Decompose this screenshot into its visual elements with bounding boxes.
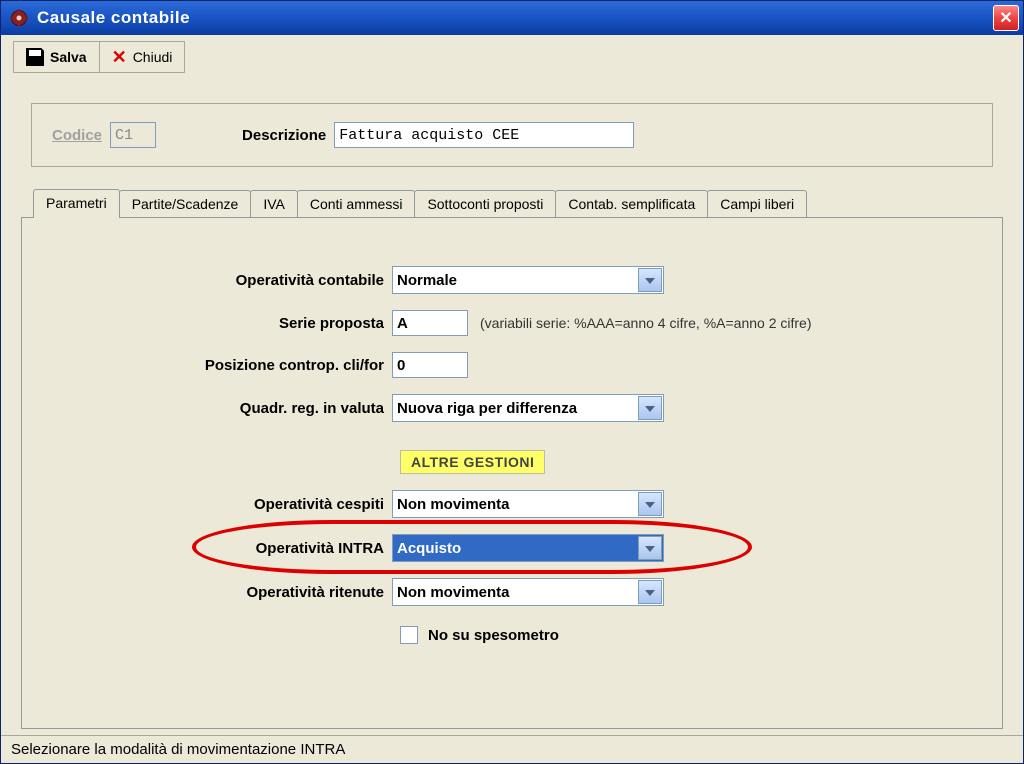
row-posizione-controp: Posizione controp. cli/for — [62, 352, 962, 378]
close-button-label: Chiudi — [133, 49, 173, 65]
tab-contab-semplificata[interactable]: Contab. semplificata — [555, 190, 708, 217]
header-group: Codice Descrizione — [31, 103, 993, 167]
no-spesometro-label: No su spesometro — [428, 627, 559, 644]
row-operativita-cespiti: Operatività cespiti Non movimenta — [62, 490, 962, 518]
serie-hint: (variabili serie: %AAA=anno 4 cifre, %A=… — [480, 315, 812, 331]
close-icon: ✕ — [999, 8, 1012, 28]
posizione-controp-input[interactable] — [392, 352, 468, 378]
statusbar-text: Selezionare la modalità di movimentazion… — [11, 741, 345, 758]
tab-campi-liberi[interactable]: Campi liberi — [707, 190, 807, 217]
toolbar: Salva ✕ Chiudi — [1, 35, 1023, 73]
floppy-icon — [26, 48, 44, 66]
x-icon: ✕ — [112, 48, 127, 66]
descrizione-input[interactable] — [334, 122, 634, 148]
app-gear-icon — [9, 8, 29, 28]
row-serie-proposta: Serie proposta (variabili serie: %AAA=an… — [62, 310, 962, 336]
content-area: Codice Descrizione Parametri Partite/Sca… — [1, 73, 1023, 735]
statusbar: Selezionare la modalità di movimentazion… — [1, 735, 1023, 763]
row-no-spesometro: No su spesometro — [400, 626, 962, 644]
tab-conti-ammessi[interactable]: Conti ammessi — [297, 190, 416, 217]
operativita-intra-label: Operatività INTRA — [62, 540, 392, 557]
codice-label: Codice — [52, 127, 102, 144]
altre-gestioni-badge: ALTRE GESTIONI — [400, 450, 545, 474]
descrizione-label: Descrizione — [242, 127, 326, 144]
operativita-contabile-select[interactable]: Normale — [392, 266, 664, 294]
operativita-cespiti-select[interactable]: Non movimenta — [392, 490, 664, 518]
quadr-reg-valuta-label: Quadr. reg. in valuta — [62, 400, 392, 417]
serie-proposta-label: Serie proposta — [62, 315, 392, 332]
close-button[interactable]: ✕ Chiudi — [99, 41, 186, 73]
operativita-ritenute-label: Operatività ritenute — [62, 584, 392, 601]
posizione-controp-label: Posizione controp. cli/for — [62, 357, 392, 374]
titlebar: Causale contabile ✕ — [1, 1, 1023, 35]
operativita-intra-select[interactable]: Acquisto — [392, 534, 664, 562]
row-operativita-contabile: Operatività contabile Normale — [62, 266, 962, 294]
window: Causale contabile ✕ Salva ✕ Chiudi Codic… — [0, 0, 1024, 764]
save-button[interactable]: Salva — [13, 41, 100, 73]
row-operativita-ritenute: Operatività ritenute Non movimenta — [62, 578, 962, 606]
tabstrip: Parametri Partite/Scadenze IVA Conti amm… — [21, 189, 1003, 217]
tab-iva[interactable]: IVA — [250, 190, 298, 217]
row-quadr-reg-valuta: Quadr. reg. in valuta Nuova riga per dif… — [62, 394, 962, 422]
window-title: Causale contabile — [37, 8, 993, 28]
save-button-label: Salva — [50, 49, 87, 65]
tab-partite-scadenze[interactable]: Partite/Scadenze — [119, 190, 252, 217]
codice-input — [110, 122, 156, 148]
tab-parametri[interactable]: Parametri — [33, 189, 120, 218]
operativita-ritenute-select[interactable]: Non movimenta — [392, 578, 664, 606]
operativita-cespiti-label: Operatività cespiti — [62, 496, 392, 513]
no-spesometro-checkbox[interactable] — [400, 626, 418, 644]
tab-sottoconti-proposti[interactable]: Sottoconti proposti — [414, 190, 556, 217]
window-close-button[interactable]: ✕ — [993, 5, 1019, 31]
quadr-reg-valuta-select[interactable]: Nuova riga per differenza — [392, 394, 664, 422]
tab-panel-parametri: Operatività contabile Normale Serie prop… — [21, 217, 1003, 729]
serie-proposta-input[interactable] — [392, 310, 468, 336]
operativita-contabile-label: Operatività contabile — [62, 272, 392, 289]
row-operativita-intra: Operatività INTRA Acquisto — [62, 534, 962, 562]
